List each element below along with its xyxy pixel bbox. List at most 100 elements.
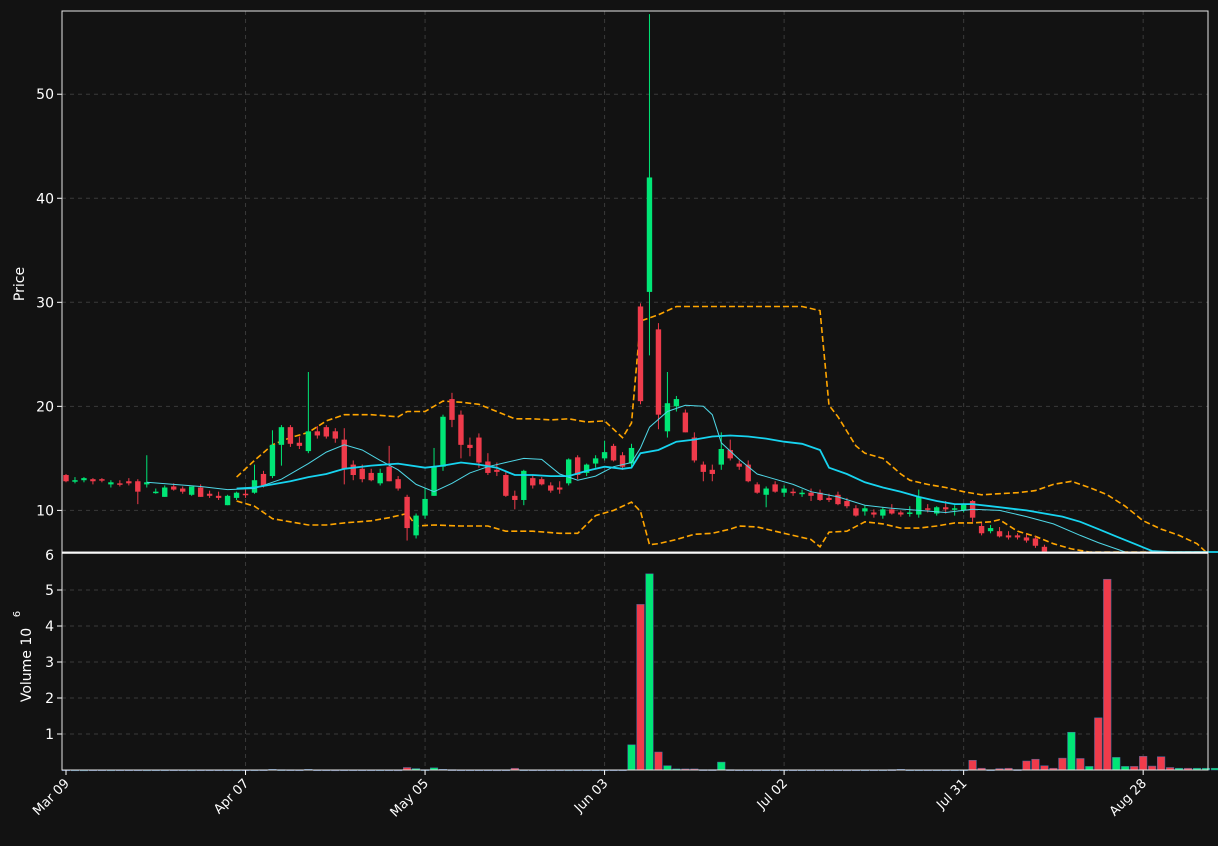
candle-body: [476, 437, 482, 463]
candle-body: [503, 475, 509, 496]
candle-body: [377, 472, 383, 484]
candle-body: [467, 444, 473, 448]
candle-body: [808, 492, 814, 496]
candle-body: [162, 487, 168, 497]
volume-tick-label: 3: [45, 655, 54, 671]
volume-tick-label: 2: [45, 691, 54, 707]
candle-body: [557, 487, 563, 490]
volume-bar: [1094, 717, 1103, 771]
candle-body: [323, 427, 330, 437]
candle-body: [700, 464, 707, 472]
volume-bar: [1031, 758, 1040, 771]
candle-body: [951, 508, 958, 510]
volume-bar: [717, 761, 726, 771]
candle-body: [135, 481, 141, 492]
volume-bar: [636, 604, 645, 771]
volume-bar: [968, 760, 977, 771]
candle-body: [1041, 546, 1048, 552]
candle-body: [296, 442, 303, 446]
price-tick-label: 50: [36, 87, 54, 103]
volume-axis-exponent: 6: [12, 611, 23, 617]
candle-body: [655, 329, 662, 415]
volume-top-tick-label: 6: [45, 548, 54, 564]
candle-body: [512, 495, 518, 500]
candle-body: [862, 508, 868, 512]
candle-body: [1023, 537, 1030, 541]
candle-body: [942, 507, 949, 510]
candle-body: [853, 508, 859, 516]
candle-body: [215, 495, 222, 498]
candle-body: [539, 479, 545, 485]
candle-body: [332, 431, 338, 439]
volume-bar: [645, 573, 654, 771]
candle-body: [871, 512, 877, 515]
candle-body: [628, 447, 635, 464]
candle-body: [287, 427, 294, 444]
candle-body: [458, 414, 464, 445]
volume-axis-label: Volume 10: [19, 628, 35, 702]
candle-body: [1032, 538, 1039, 546]
candle-body: [772, 484, 778, 492]
candle-body: [673, 399, 680, 407]
candle-body: [224, 495, 231, 506]
volume-tick-label: 4: [45, 619, 54, 635]
candle-body: [925, 508, 931, 510]
chart-canvas: Mar 09 Apr 07 May 05 Jun 03 Jul 02 Jul 31 Aug …: [0, 0, 1218, 842]
candle-body: [916, 496, 922, 515]
candle-body: [63, 475, 69, 482]
volume-bar: [1121, 766, 1130, 771]
candle-body: [978, 525, 985, 534]
candle-body: [844, 501, 850, 507]
volume-bar: [1103, 578, 1112, 771]
candle-body: [960, 504, 967, 511]
candle-body: [269, 444, 276, 477]
volume-bar: [663, 765, 672, 771]
candle-body: [368, 472, 374, 481]
candle-body: [206, 493, 213, 496]
candle-body: [548, 485, 554, 491]
candle-body: [171, 486, 177, 490]
price-tick-label: 20: [36, 399, 54, 415]
candle-body: [592, 458, 599, 464]
candle-body: [907, 512, 913, 514]
candle-body: [126, 481, 132, 484]
price-tick-label: 10: [36, 503, 54, 519]
candle-body: [449, 399, 455, 420]
candle-body: [790, 491, 796, 494]
candle-body: [754, 484, 760, 493]
candle-body: [889, 509, 895, 514]
candle-body: [404, 496, 410, 529]
candle-body: [153, 491, 159, 494]
candle-body: [736, 463, 742, 467]
candle-body: [341, 439, 347, 469]
candle-body: [413, 515, 419, 536]
candle-body: [781, 488, 787, 493]
candle-body: [934, 507, 940, 514]
candle-body: [422, 498, 428, 516]
volume-bar: [1210, 767, 1218, 771]
candle-body: [987, 528, 994, 532]
candle-body: [637, 306, 644, 402]
candle-body: [1014, 535, 1021, 538]
volume-bar: [1130, 766, 1139, 771]
volume-bar: [1157, 756, 1166, 771]
volume-tick-label: 5: [45, 583, 54, 599]
volume-bar: [1139, 756, 1148, 771]
candle-body: [359, 468, 365, 480]
candle-body: [242, 493, 249, 496]
candle-body: [305, 431, 312, 452]
volume-bar: [1058, 757, 1067, 771]
candle-body: [530, 478, 536, 486]
candle-body: [682, 412, 689, 433]
candle-body: [108, 482, 114, 485]
volume-bar: [1085, 766, 1094, 771]
candle-body: [188, 486, 195, 495]
candle-body: [718, 449, 724, 465]
candle-body: [898, 512, 904, 515]
volume-tick-label: 1: [45, 727, 54, 743]
candle-body: [1005, 535, 1012, 538]
candle-body: [395, 479, 401, 489]
volume-bar: [654, 751, 663, 771]
candle-body: [314, 431, 321, 436]
candle-body: [81, 478, 87, 481]
